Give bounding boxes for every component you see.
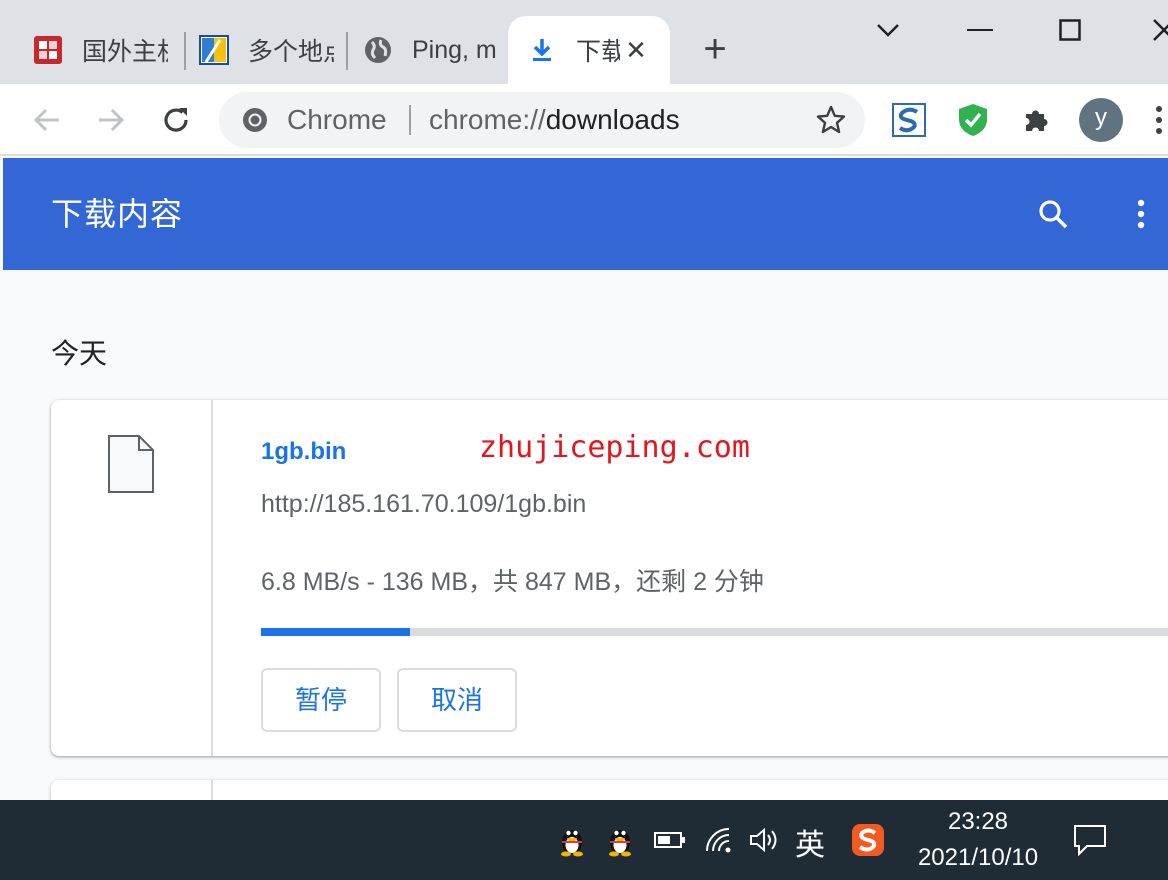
tab-downloads-active[interactable]: 下载 ✕	[508, 16, 670, 84]
tab-search-chevron-icon[interactable]	[868, 12, 908, 48]
date-section-label: 今天	[51, 338, 108, 369]
download-item-card-partial	[51, 780, 1168, 800]
downloads-list: 今天 1gb.bin zhujiceping.com http://185.16…	[3, 270, 1168, 800]
tab-4-title: 下载	[576, 38, 620, 66]
qq-penguin-icon[interactable]	[554, 822, 590, 858]
red-seal-icon	[32, 34, 64, 66]
tab-1[interactable]: 国外主机	[32, 16, 172, 84]
omnibox-separator	[409, 105, 411, 135]
minimize-icon[interactable]	[960, 12, 1000, 48]
watermark-text: zhujiceping.com	[479, 430, 750, 465]
download-item-card: 1gb.bin zhujiceping.com http://185.161.7…	[51, 400, 1168, 756]
ime-language-indicator[interactable]: 英	[795, 820, 825, 864]
qq-penguin-icon[interactable]	[602, 822, 638, 858]
file-icon	[107, 434, 155, 494]
tab-close-icon[interactable]: ✕	[622, 36, 650, 64]
new-tab-button[interactable]: +	[696, 29, 734, 69]
back-arrow-icon[interactable]	[27, 100, 67, 140]
tab-separator	[346, 32, 348, 70]
search-icon[interactable]	[1033, 194, 1073, 234]
tab-separator	[184, 32, 186, 70]
browser-toolbar: Chrome chrome://downloads y	[0, 84, 1168, 156]
download-progress-bar	[261, 628, 1168, 636]
bookmark-star-icon[interactable]	[815, 104, 847, 136]
tab-strip: 国外主机 多个地点 Ping, m 下载 ✕ +	[0, 0, 1168, 84]
tab-2[interactable]: 多个地点	[198, 16, 338, 84]
reload-icon[interactable]	[156, 100, 196, 140]
chrome-logo-icon	[241, 106, 269, 134]
file-name-link[interactable]: 1gb.bin	[261, 438, 346, 466]
speaker-volume-icon[interactable]	[746, 822, 782, 858]
windows-taskbar: 英 23:28 2021/10/10	[0, 800, 1168, 880]
wifi-icon[interactable]	[702, 822, 738, 858]
close-window-icon[interactable]	[1144, 12, 1168, 48]
notification-center-icon[interactable]	[1072, 822, 1108, 858]
tab-2-title: 多个地点	[248, 38, 334, 66]
file-source-url[interactable]: http://185.161.70.109/1gb.bin	[261, 490, 586, 519]
globe-icon	[362, 34, 394, 66]
tab-3-title: Ping, m	[412, 35, 496, 64]
sogou-ime-icon[interactable]	[850, 822, 886, 858]
omnibox-url[interactable]: chrome://downloads	[429, 92, 680, 148]
pause-button[interactable]: 暂停	[261, 668, 381, 732]
downloads-header: 下载内容	[3, 158, 1168, 270]
s-extension-icon[interactable]	[888, 99, 930, 141]
download-arrow-icon	[526, 34, 558, 66]
download-icon-column	[51, 780, 213, 800]
omnibox-chip: Chrome	[287, 104, 387, 135]
puzzle-extensions-icon[interactable]	[1016, 99, 1058, 141]
download-status: 6.8 MB/s - 136 MB，共 847 MB，还剩 2 分钟	[261, 568, 764, 596]
cancel-button[interactable]: 取消	[397, 668, 517, 732]
profile-avatar[interactable]: y	[1079, 98, 1123, 142]
download-progress-fill	[261, 628, 410, 636]
tab-3[interactable]: Ping, m	[362, 16, 502, 84]
map-tiles-icon	[198, 34, 230, 66]
menu-kebab-icon[interactable]	[1150, 99, 1168, 141]
omnibox[interactable]: Chrome chrome://downloads	[219, 92, 865, 148]
battery-icon[interactable]	[652, 822, 688, 858]
tab-1-title: 国外主机	[82, 38, 168, 66]
maximize-icon[interactable]	[1050, 12, 1090, 48]
clock-date[interactable]: 2021/10/10	[906, 844, 1050, 872]
more-options-icon[interactable]	[1121, 194, 1161, 234]
page-title: 下载内容	[51, 196, 184, 232]
clock-time[interactable]: 23:28	[930, 808, 1026, 836]
shield-check-extension-icon[interactable]	[952, 99, 994, 141]
url-scheme: chrome://	[429, 104, 546, 135]
forward-arrow-icon[interactable]	[91, 100, 131, 140]
download-icon-column	[51, 400, 213, 756]
url-path: downloads	[545, 104, 680, 135]
